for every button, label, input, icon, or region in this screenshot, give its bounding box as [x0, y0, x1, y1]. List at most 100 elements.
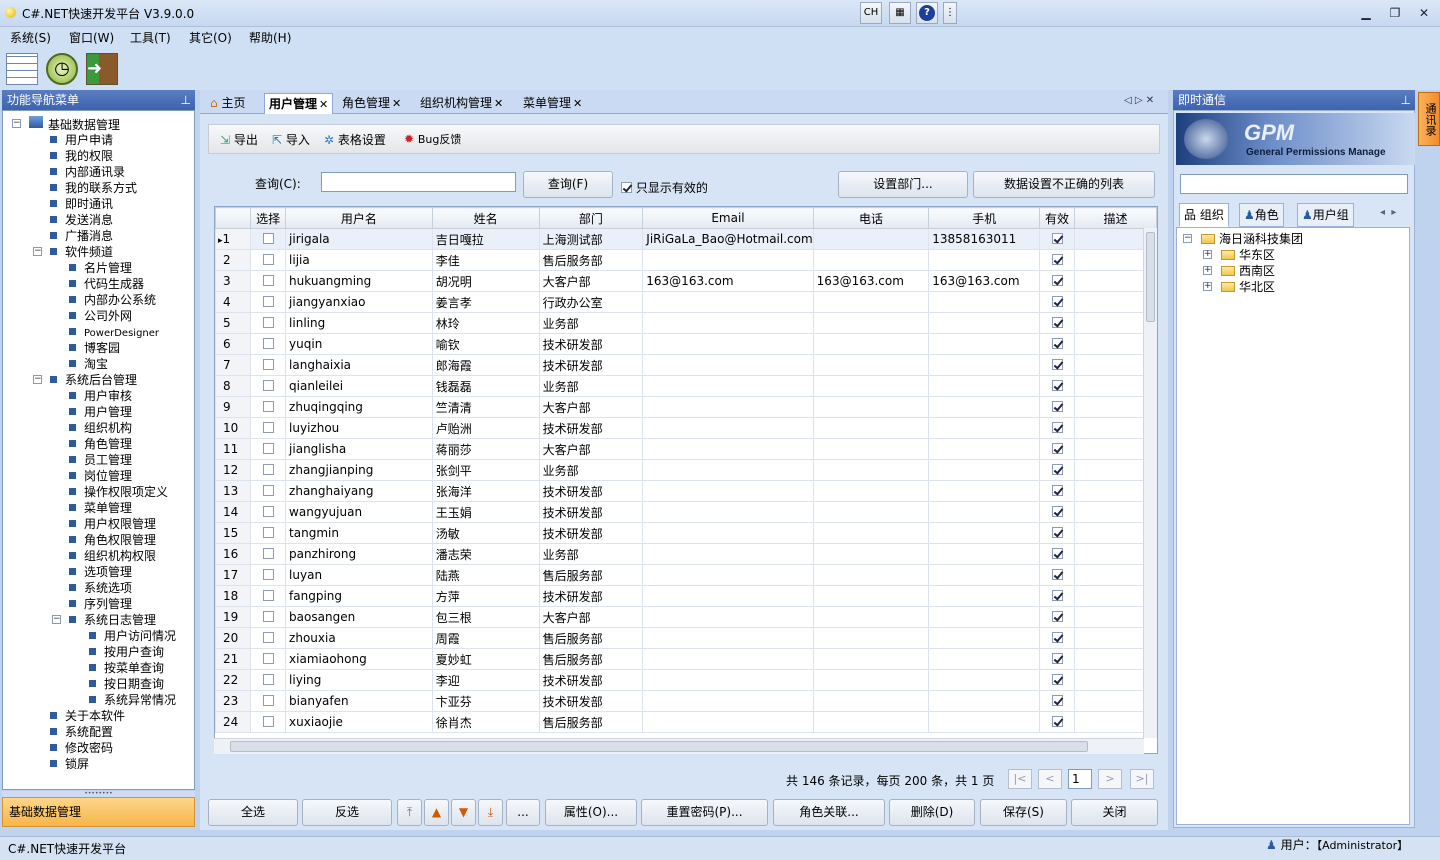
- table-cell[interactable]: [812, 438, 930, 460]
- table-cell[interactable]: [812, 312, 930, 334]
- menu-system[interactable]: 系统(S): [10, 29, 51, 46]
- table-cell[interactable]: 姜言孝: [431, 291, 540, 313]
- nav-item[interactable]: 淘宝: [69, 356, 108, 372]
- table-cell[interactable]: 蒋丽莎: [431, 438, 540, 460]
- valid-checkbox[interactable]: [1039, 669, 1075, 691]
- table-cell[interactable]: hukuangming: [285, 270, 433, 292]
- table-cell[interactable]: [928, 396, 1041, 418]
- row-number[interactable]: 3: [215, 270, 252, 292]
- nav-item[interactable]: − 系统后台管理: [33, 372, 137, 388]
- table-cell[interactable]: [928, 543, 1041, 565]
- restore-icon[interactable]: ❐: [1384, 4, 1406, 22]
- select-checkbox[interactable]: [250, 375, 287, 397]
- table-cell[interactable]: [812, 333, 930, 355]
- select-checkbox[interactable]: [250, 333, 287, 355]
- table-cell[interactable]: 163@163.com: [642, 270, 814, 292]
- table-cell[interactable]: [642, 459, 814, 481]
- table-cell[interactable]: 卢贻洲: [431, 417, 540, 439]
- table-cell[interactable]: [928, 711, 1041, 733]
- select-checkbox[interactable]: [250, 249, 287, 271]
- table-cell[interactable]: 喻钦: [431, 333, 540, 355]
- row-number[interactable]: 24: [215, 711, 252, 733]
- table-cell[interactable]: [928, 291, 1041, 313]
- set-department-button[interactable]: 设置部门...: [838, 171, 968, 198]
- valid-checkbox[interactable]: [1039, 522, 1075, 544]
- row-number[interactable]: 10: [215, 417, 252, 439]
- delete-button[interactable]: 删除(D): [889, 799, 975, 826]
- valid-checkbox[interactable]: [1039, 627, 1075, 649]
- invalid-data-list-button[interactable]: 数据设置不正确的列表: [973, 171, 1155, 198]
- column-header[interactable]: 部门: [538, 207, 644, 229]
- table-cell[interactable]: 业务部: [538, 312, 644, 334]
- table-cell[interactable]: jianglisha: [285, 438, 433, 460]
- valid-checkbox[interactable]: [1039, 291, 1075, 313]
- column-header[interactable]: 描述: [1073, 207, 1157, 229]
- expand-icon[interactable]: +: [1203, 266, 1212, 275]
- valid-checkbox[interactable]: [1039, 501, 1075, 523]
- nav-item[interactable]: 按用户查询: [89, 644, 164, 660]
- table-cell[interactable]: jirigala: [285, 228, 433, 250]
- table-cell[interactable]: bianyafen: [285, 690, 433, 712]
- table-cell[interactable]: [642, 312, 814, 334]
- tab-organization[interactable]: 品 组织: [1179, 203, 1229, 227]
- table-cell[interactable]: [812, 354, 930, 376]
- table-cell[interactable]: [812, 291, 930, 313]
- last-page-button[interactable]: >|: [1130, 769, 1154, 789]
- export-button[interactable]: ⇲ 导出: [220, 131, 258, 148]
- tab-scroll-icons[interactable]: ◁ ▷ ✕: [1124, 95, 1154, 106]
- table-cell[interactable]: [812, 522, 930, 544]
- nav-item[interactable]: 组织机构: [69, 420, 132, 436]
- pin-icon[interactable]: ⊥: [1401, 90, 1411, 110]
- vertical-scrollbar[interactable]: [1143, 228, 1157, 738]
- select-checkbox[interactable]: [250, 396, 287, 418]
- valid-checkbox[interactable]: [1039, 543, 1075, 565]
- exit-door-icon[interactable]: ➜: [86, 53, 118, 85]
- nav-item[interactable]: 用户管理: [69, 404, 132, 420]
- table-cell[interactable]: xuxiaojie: [285, 711, 433, 733]
- nav-item[interactable]: 名片管理: [69, 260, 132, 276]
- valid-checkbox[interactable]: [1039, 459, 1075, 481]
- table-cell[interactable]: 售后服务部: [538, 564, 644, 586]
- minimize-icon[interactable]: ▁: [1355, 4, 1377, 22]
- close-icon[interactable]: ✕: [392, 97, 401, 110]
- contact-search-input[interactable]: [1180, 174, 1408, 194]
- select-checkbox[interactable]: [250, 543, 287, 565]
- select-checkbox[interactable]: [250, 585, 287, 607]
- table-cell[interactable]: 陆燕: [431, 564, 540, 586]
- table-cell[interactable]: 夏妙虹: [431, 648, 540, 670]
- nav-item[interactable]: 锁屏: [50, 756, 89, 772]
- close-icon[interactable]: ✕: [494, 97, 503, 110]
- table-cell[interactable]: 周霞: [431, 627, 540, 649]
- org-node[interactable]: + 华东区: [1203, 247, 1275, 263]
- table-row[interactable]: 19 baosangen 包三根 大客户部: [215, 606, 1157, 628]
- menu-tools[interactable]: 工具(T): [130, 29, 171, 46]
- table-cell[interactable]: [642, 417, 814, 439]
- table-cell[interactable]: [812, 480, 930, 502]
- tab-user-management[interactable]: 用户管理 ✕: [264, 93, 334, 114]
- nav-item[interactable]: 博客园: [69, 340, 120, 356]
- table-cell[interactable]: 郎海霞: [431, 354, 540, 376]
- table-row[interactable]: 10 luyizhou 卢贻洲 技术研发部: [215, 417, 1157, 439]
- row-number[interactable]: 16: [215, 543, 252, 565]
- select-checkbox[interactable]: [250, 690, 287, 712]
- keyboard-icon[interactable]: ▦: [889, 2, 911, 24]
- collapse-icon[interactable]: −: [1183, 234, 1192, 243]
- column-header[interactable]: 手机: [928, 207, 1041, 229]
- table-cell[interactable]: 卞亚芬: [431, 690, 540, 712]
- table-cell[interactable]: 包三根: [431, 606, 540, 628]
- select-checkbox[interactable]: [250, 312, 287, 334]
- row-number[interactable]: 2: [215, 249, 252, 271]
- table-row[interactable]: 7 langhaixia 郎海霞 技术研发部: [215, 354, 1157, 376]
- collapse-toggle-icon[interactable]: −: [12, 119, 21, 128]
- table-row[interactable]: 22 liying 李迎 技术研发部: [215, 669, 1157, 691]
- table-cell[interactable]: [812, 690, 930, 712]
- row-number[interactable]: 21: [215, 648, 252, 670]
- table-cell[interactable]: [642, 669, 814, 691]
- column-header[interactable]: [215, 207, 252, 229]
- invert-selection-button[interactable]: 反选: [302, 799, 392, 826]
- table-cell[interactable]: 业务部: [538, 375, 644, 397]
- table-cell[interactable]: qianleilei: [285, 375, 433, 397]
- column-header[interactable]: 选择: [250, 207, 287, 229]
- valid-checkbox[interactable]: [1039, 585, 1075, 607]
- role-link-button[interactable]: 角色关联...: [773, 799, 885, 826]
